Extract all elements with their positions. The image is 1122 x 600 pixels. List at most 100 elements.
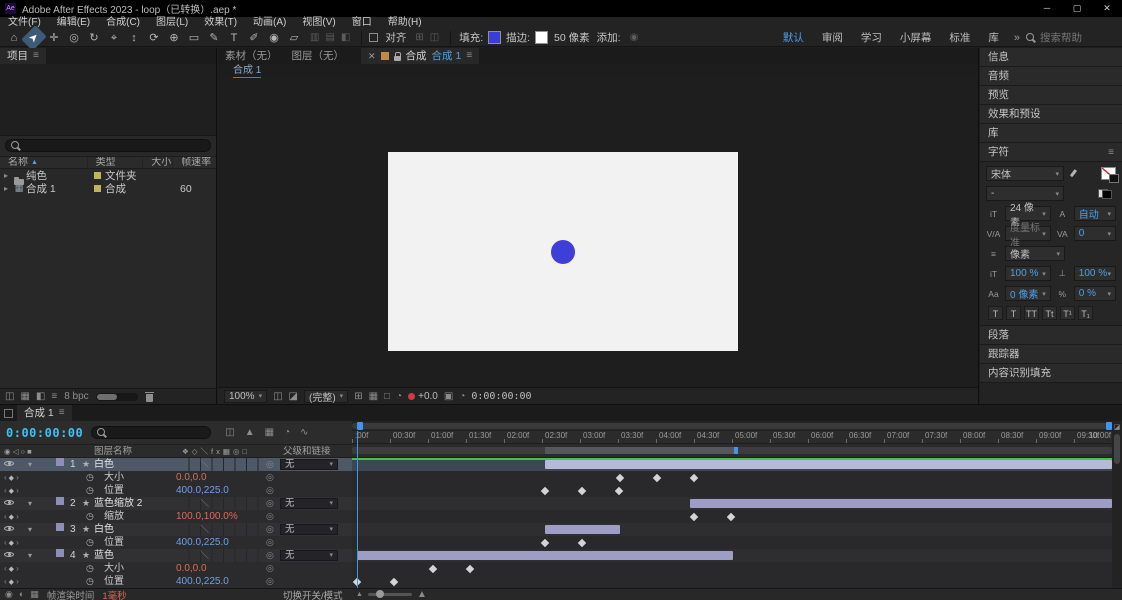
timeline-option-icon-0[interactable]: ◫ xyxy=(225,427,234,438)
keyframe-navigator[interactable]: ‹◆› xyxy=(4,536,21,550)
type-style-button-3[interactable]: Tt xyxy=(1042,306,1057,320)
track-row[interactable] xyxy=(352,575,1112,588)
menu-item-8[interactable]: 帮助(H) xyxy=(380,17,430,29)
help-search[interactable] xyxy=(1026,31,1110,44)
workspace-libraries[interactable]: 库 xyxy=(979,30,1008,45)
menu-item-5[interactable]: 动画(A) xyxy=(245,17,294,29)
keyframe-diamond-icon[interactable]: ◆ xyxy=(9,514,16,521)
kerning-select[interactable]: 度量标准 ▾ xyxy=(1005,223,1051,249)
next-keyframe-icon[interactable]: › xyxy=(16,564,21,573)
pickwhip-icon[interactable]: ◎ xyxy=(266,484,274,497)
keyframe-diamond-icon[interactable]: ◆ xyxy=(9,579,16,586)
keyframe[interactable] xyxy=(578,486,587,495)
viewer-timecode[interactable]: 0:00:00:00 xyxy=(471,391,531,402)
project-bottom-icon-2[interactable]: ◧ xyxy=(36,391,45,402)
panel-header-preview[interactable]: 预览 xyxy=(980,86,1122,105)
tab-timeline-comp[interactable]: 合成 1 ≡ xyxy=(17,405,72,421)
panel-header-effects-presets[interactable]: 效果和预设 xyxy=(980,105,1122,124)
stroke-options-swatches[interactable] xyxy=(1098,188,1112,199)
keyframe[interactable] xyxy=(616,473,625,482)
menu-item-7[interactable]: 窗口 xyxy=(344,17,380,29)
trash-icon[interactable] xyxy=(144,391,154,402)
composition-viewer[interactable] xyxy=(218,78,978,387)
project-bottom-icon-1[interactable]: ▦ xyxy=(20,391,29,402)
horizontal-scale-select[interactable]: 100 % ▾ xyxy=(1073,266,1116,281)
keyframe[interactable] xyxy=(465,564,475,573)
track-row[interactable] xyxy=(352,523,1112,536)
status-toggle-icon-0[interactable]: ◉ xyxy=(5,589,13,600)
panel-header-tracker[interactable]: 跟踪器 xyxy=(980,345,1122,364)
pickwhip-icon[interactable]: ◎ xyxy=(266,510,274,523)
layer-switches[interactable]: ＼ xyxy=(178,458,260,471)
item-label-color[interactable] xyxy=(94,185,101,192)
pen-tool[interactable]: ✎ xyxy=(204,30,224,46)
item-label-color[interactable] xyxy=(94,172,101,179)
stopwatch-icon[interactable]: ◷ xyxy=(86,484,94,497)
panel-header-character[interactable]: 字符 ≡ xyxy=(980,143,1122,162)
unit-select[interactable]: 像素 ▾ xyxy=(1005,246,1065,261)
expand-icon[interactable]: ▾ xyxy=(28,458,32,471)
viewer-icon-a1[interactable]: ◪ xyxy=(289,391,298,402)
panel-menu-icon[interactable]: ≡ xyxy=(1108,143,1114,162)
type-style-button-0[interactable]: T xyxy=(988,306,1003,320)
panel-menu-icon[interactable]: ≡ xyxy=(33,48,39,64)
disclosure-icon[interactable]: ▸ xyxy=(0,171,12,180)
property-value[interactable]: 0.0,0.0 xyxy=(176,562,207,575)
pickwhip-icon[interactable]: ◎ xyxy=(266,497,274,510)
exposure-control[interactable]: +0.0 xyxy=(408,391,438,402)
stopwatch-icon[interactable]: ◷ xyxy=(86,471,94,484)
property-row[interactable]: ‹◆› ◷ 大小 0.0,0.0 ◎ xyxy=(0,562,352,575)
status-toggle-icon-2[interactable]: ▦ xyxy=(30,589,39,600)
next-keyframe-icon[interactable]: › xyxy=(16,577,21,586)
keyframe[interactable] xyxy=(614,486,623,495)
track-row[interactable] xyxy=(352,536,1112,549)
time-navigator-bar[interactable] xyxy=(352,423,1112,429)
stopwatch-icon[interactable]: ◷ xyxy=(86,536,94,549)
workspace-standard[interactable]: 标准 xyxy=(940,30,979,45)
panel-header-info[interactable]: 信息 xyxy=(980,48,1122,67)
track-row[interactable] xyxy=(352,549,1112,562)
property-row[interactable]: ‹◆› ◷ 位置 400.0,225.0 ◎ xyxy=(0,484,352,497)
column-header-1[interactable]: 类型 xyxy=(88,157,144,168)
menu-item-1[interactable]: 编辑(E) xyxy=(49,17,98,29)
keyframe-navigator[interactable]: ‹◆› xyxy=(4,562,21,576)
eraser-tool[interactable]: ▱ xyxy=(284,30,304,46)
layer-row[interactable]: ▾ 1 ★ 白色 ＼ ◎ 无 ▾ xyxy=(0,458,352,471)
selection-tool[interactable]: ➤ xyxy=(21,24,47,51)
resolution-select[interactable]: (完整) ▾ xyxy=(304,389,349,404)
panel-menu-icon[interactable]: ≡ xyxy=(466,48,472,64)
close-button[interactable]: ✕ xyxy=(1092,0,1122,17)
pickwhip-icon[interactable]: ◎ xyxy=(266,523,274,536)
keyframe[interactable] xyxy=(389,577,399,586)
keyframe[interactable] xyxy=(429,564,438,573)
panel-header-paragraph[interactable]: 段落 xyxy=(980,326,1122,345)
layer-label-color[interactable] xyxy=(56,458,64,466)
type-style-button-4[interactable]: T¹ xyxy=(1060,306,1075,320)
zoom-slider-knob[interactable] xyxy=(375,590,384,598)
panel-menu-icon[interactable]: ≡ xyxy=(59,405,65,421)
pickwhip-icon[interactable]: ◎ xyxy=(266,575,274,588)
eye-icon[interactable] xyxy=(4,497,14,507)
panel-header-libraries[interactable]: 库 xyxy=(980,124,1122,143)
track-row[interactable] xyxy=(352,497,1112,510)
quality-switch[interactable]: ＼ xyxy=(200,458,209,471)
column-header-0[interactable]: 名称 ▲ xyxy=(0,157,88,168)
time-ruler[interactable]: :00f 00:30f 01:00f 01:30f 02:00f 02:30f 03:00f… xyxy=(352,431,1112,444)
eye-icon[interactable] xyxy=(4,523,14,533)
keyframe-diamond-icon[interactable]: ◆ xyxy=(9,566,16,573)
maximize-button[interactable]: ▢ xyxy=(1062,0,1092,17)
keyframe[interactable] xyxy=(689,473,699,482)
zoom-slider[interactable] xyxy=(367,590,412,598)
type-style-button-1[interactable]: T xyxy=(1006,306,1021,320)
pan-behind-tool[interactable]: ⊕ xyxy=(164,30,184,46)
viewer-icon-c1[interactable]: ◔ xyxy=(459,391,465,402)
timeline-option-icon-1[interactable]: ▲ xyxy=(245,427,255,438)
eyedropper-icon[interactable] xyxy=(1068,169,1078,179)
navigator-start-handle[interactable] xyxy=(357,422,364,430)
layer-name-header[interactable]: 图层名称 xyxy=(94,445,132,458)
project-search-field[interactable] xyxy=(5,139,211,152)
brush-tool[interactable]: ✐ xyxy=(244,30,264,46)
pickwhip-icon[interactable]: ◎ xyxy=(266,471,274,484)
expand-icon[interactable]: ▾ xyxy=(28,523,32,536)
menu-item-4[interactable]: 效果(T) xyxy=(196,17,245,29)
